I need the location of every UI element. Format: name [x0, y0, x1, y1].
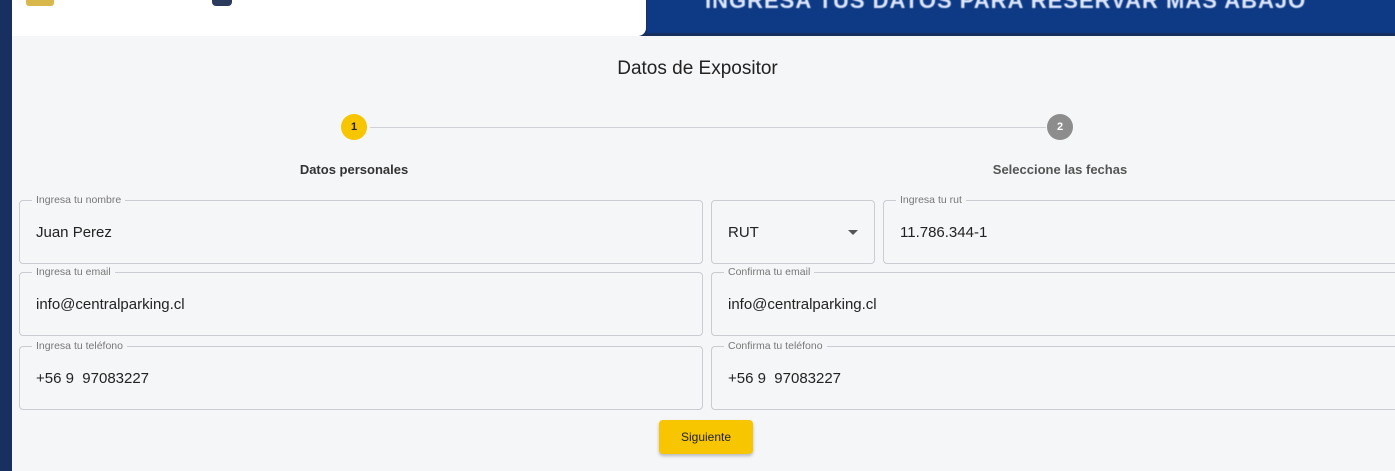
- rut-field[interactable]: Ingresa tu rut 11.786.344-1: [883, 193, 1395, 264]
- confirm-phone-field[interactable]: Confirma tu teléfono +56 9 97083227: [711, 339, 1395, 410]
- step-1-indicator: 1: [341, 114, 367, 140]
- confirm-email-field-value[interactable]: info@centralparking.cl: [728, 273, 877, 335]
- next-button[interactable]: Siguiente: [659, 420, 753, 454]
- phone-field[interactable]: Ingresa tu teléfono +56 9 97083227: [19, 339, 703, 410]
- logo-icon: [26, 0, 54, 6]
- chevron-down-icon[interactable]: [848, 230, 858, 235]
- page-title: Datos de Expositor: [617, 58, 778, 79]
- email-field-value[interactable]: info@centralparking.cl: [36, 273, 185, 335]
- logo-text-fragment: [212, 0, 232, 6]
- name-field[interactable]: Ingresa tu nombre Juan Perez: [19, 193, 703, 264]
- name-field-value[interactable]: Juan Perez: [36, 201, 112, 263]
- confirm-email-field[interactable]: Confirma tu email info@centralparking.cl: [711, 265, 1395, 336]
- header-banner: INGRESA TUS DATOS PARA RESERVAR MÁS ABAJ…: [647, 0, 1395, 33]
- step-1-label: Datos personales: [299, 162, 409, 177]
- header-banner-text: INGRESA TUS DATOS PARA RESERVAR MÁS ABAJ…: [705, 0, 1307, 13]
- step-2-indicator: 2: [1047, 114, 1073, 140]
- phone-field-value[interactable]: +56 9 97083227: [36, 347, 149, 409]
- confirm-phone-field-value[interactable]: +56 9 97083227: [728, 347, 841, 409]
- email-field[interactable]: Ingresa tu email info@centralparking.cl: [19, 265, 703, 336]
- document-type-select[interactable]: RUT: [711, 200, 875, 264]
- document-type-value[interactable]: RUT: [728, 201, 759, 263]
- site-header-left: [12, 0, 646, 36]
- step-2-label: Seleccione las fechas: [992, 162, 1128, 177]
- stepper-connector: [370, 127, 1046, 128]
- rut-field-value[interactable]: 11.786.344-1: [900, 201, 987, 263]
